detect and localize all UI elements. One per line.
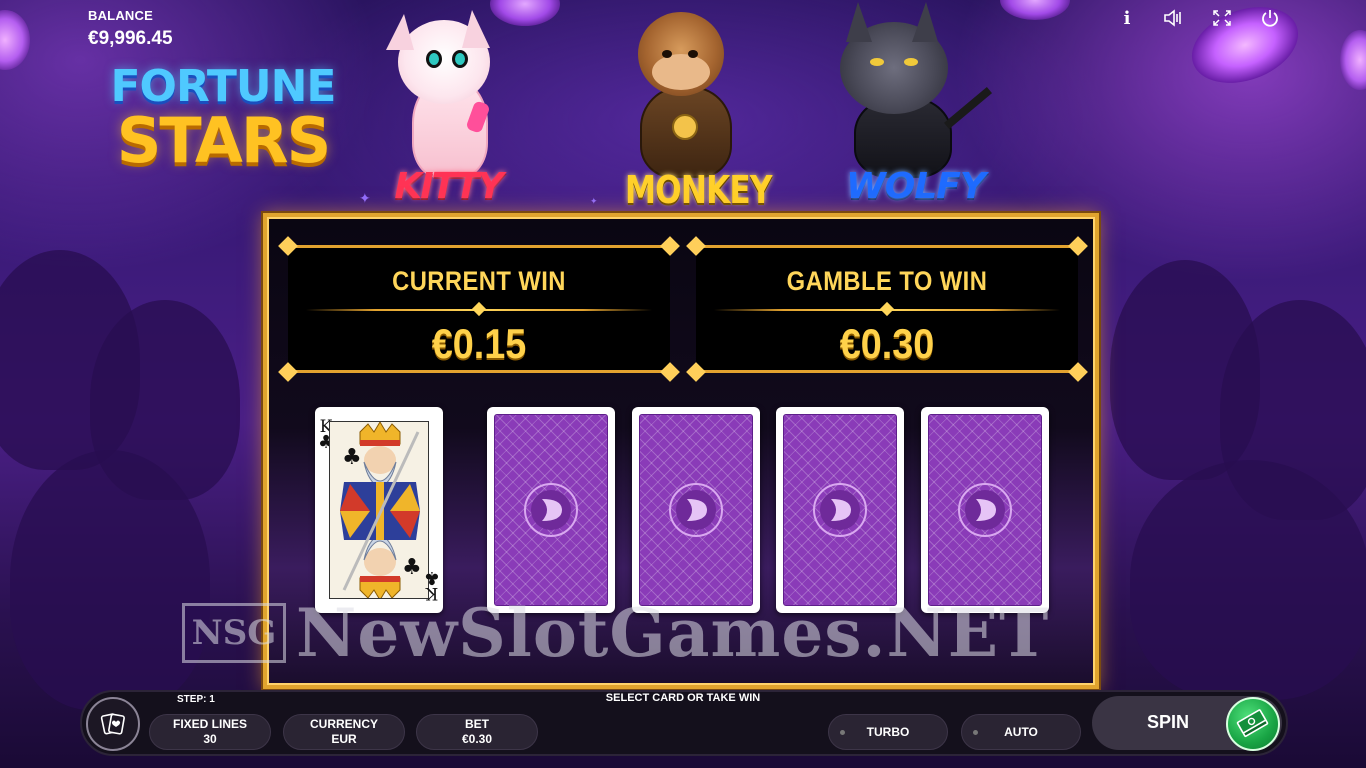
card-back-emblem-icon	[524, 483, 578, 537]
sparkle-icon: ✦	[590, 196, 598, 206]
turbo-indicator	[840, 730, 845, 735]
turbo-label: TURBO	[866, 724, 910, 739]
card-back-pattern	[783, 414, 897, 606]
face-down-card-4[interactable]	[921, 407, 1049, 613]
gamble-to-win-title: GAMBLE TO WIN	[786, 266, 988, 296]
fixed-lines-value: 30	[203, 732, 217, 746]
card-back-pattern	[494, 414, 608, 606]
spin-button[interactable]	[1226, 697, 1280, 751]
currency-display[interactable]: CURRENCY EUR	[283, 714, 405, 750]
spin-label[interactable]: SPIN	[1130, 712, 1206, 733]
face-down-card-2[interactable]	[632, 407, 760, 613]
history-button[interactable]	[86, 697, 140, 751]
divider-diamond	[471, 301, 487, 317]
monkey-name: MONKEY	[624, 168, 772, 212]
logo-line-stars: STARS	[116, 104, 332, 177]
spotlight	[0, 10, 30, 70]
sparkle-icon: ✦	[359, 190, 371, 206]
cards-icon	[100, 713, 125, 735]
wolfy-name: WOLFY	[846, 166, 986, 207]
sound-icon[interactable]	[1161, 6, 1187, 30]
fixed-lines-label: FIXED LINES	[172, 717, 247, 731]
spotlight	[1181, 0, 1309, 97]
current-win-panel: CURRENT WIN €0.15	[278, 245, 680, 382]
svg-text:♣: ♣	[402, 555, 422, 580]
kitty-name: KITTY	[394, 166, 503, 207]
king-artwork: ♣ ♣	[329, 421, 429, 599]
money-stack-icon	[1236, 709, 1269, 737]
dealer-card: K ♣ ♣ ♣ K ♣	[315, 407, 443, 613]
card-back-pattern	[639, 414, 753, 606]
spotlight	[1000, 0, 1070, 20]
card-back-emblem-icon	[669, 483, 723, 537]
card-back-pattern	[928, 414, 1042, 606]
svg-text:♣: ♣	[342, 445, 362, 470]
bet-label: BET	[465, 717, 489, 731]
bet-value: €0.30	[461, 732, 493, 746]
current-win-title: CURRENT WIN	[392, 266, 566, 296]
currency-label: CURRENCY	[309, 717, 378, 731]
auto-indicator	[973, 730, 978, 735]
watermark-logo: NSG	[182, 603, 286, 663]
card-back-emblem-icon	[813, 483, 867, 537]
bet-display[interactable]: BET €0.30	[416, 714, 538, 750]
face-down-card-3[interactable]	[776, 407, 904, 613]
instruction-message: SELECT CARD OR TAKE WIN	[605, 692, 761, 704]
auto-label: AUTO	[1004, 724, 1038, 739]
info-icon[interactable]: i	[1114, 6, 1140, 30]
game-logo: FORTUNE STARS	[108, 64, 338, 172]
spotlight	[1340, 30, 1366, 90]
crowd-silhouette	[10, 450, 210, 710]
currency-value: EUR	[331, 732, 357, 746]
gamble-to-win-value: €0.30	[839, 320, 935, 367]
watermark-text: NewSlotGames.NET	[296, 594, 1050, 672]
spotlight	[490, 0, 560, 26]
current-win-value: €0.15	[431, 320, 527, 367]
balance-value: €9,996.45	[88, 28, 173, 49]
gamble-to-win-panel: GAMBLE TO WIN €0.30	[686, 245, 1088, 382]
step-label: STEP: 1	[177, 694, 215, 705]
balance-label: BALANCE	[88, 8, 153, 23]
fullscreen-icon[interactable]	[1209, 6, 1235, 30]
power-icon[interactable]	[1257, 6, 1283, 30]
auto-button[interactable]: AUTO	[961, 714, 1081, 750]
card-back-emblem-icon	[958, 483, 1012, 537]
fixed-lines-display: FIXED LINES 30	[149, 714, 271, 750]
face-down-card-1[interactable]	[487, 407, 615, 613]
divider-diamond	[879, 301, 895, 317]
turbo-button[interactable]: TURBO	[828, 714, 948, 750]
